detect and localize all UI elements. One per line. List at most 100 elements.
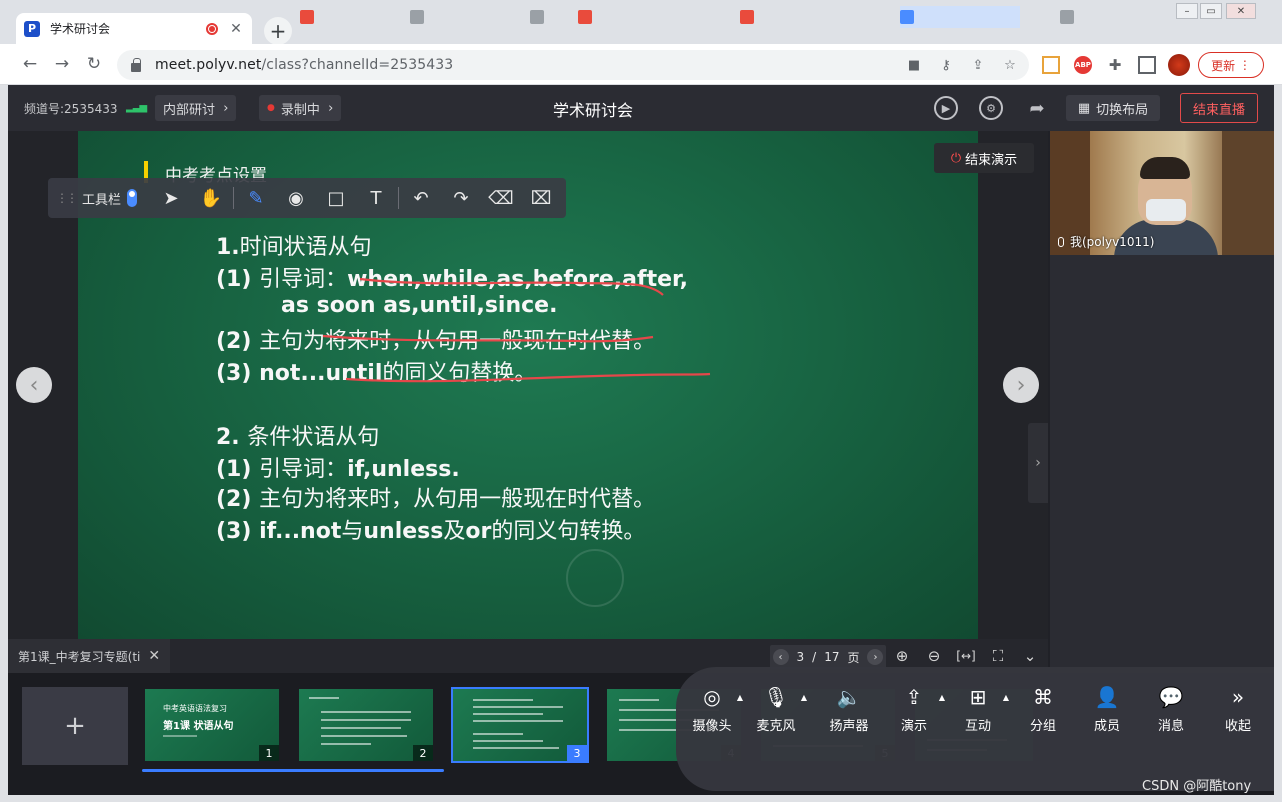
microphone-button[interactable]: 🎙 麦克风 ▲ bbox=[749, 683, 807, 734]
reload-icon[interactable]: ↻ bbox=[82, 52, 106, 76]
end-presentation-label: 结束演示 bbox=[965, 152, 1018, 168]
caret-up-icon[interactable]: ▲ bbox=[801, 693, 807, 702]
forward-arrow-icon[interactable]: → bbox=[50, 52, 74, 76]
browser-toolbar: ← → ↻ meet.polyv.net/class?channelId=253… bbox=[0, 44, 1282, 85]
settings-gear-icon[interactable]: ⚙ bbox=[979, 96, 1003, 120]
rectangle-icon[interactable]: □ bbox=[316, 178, 356, 218]
pen-icon[interactable]: ✎ bbox=[236, 178, 276, 218]
close-document-icon[interactable]: ✕ bbox=[148, 648, 160, 664]
drag-handle-icon[interactable]: ⋮⋮ bbox=[56, 191, 78, 205]
toolbar-divider bbox=[398, 187, 400, 209]
toolbar-toggle[interactable] bbox=[127, 189, 138, 207]
caret-up-icon[interactable]: ▲ bbox=[1003, 693, 1009, 702]
participant-mask bbox=[1146, 199, 1186, 221]
speaker-button[interactable]: 🔈 扬声器 bbox=[822, 683, 876, 734]
next-page-button[interactable]: › bbox=[1003, 367, 1039, 403]
thumbnail-number: 1 bbox=[259, 745, 279, 761]
key-icon[interactable]: ⚷ bbox=[939, 58, 953, 73]
chevron-right-icon: › bbox=[328, 100, 334, 116]
share-icon[interactable]: ⇪ bbox=[971, 58, 985, 73]
camera-video[interactable]: 我(polyv1011) bbox=[1050, 131, 1274, 255]
expand-side-panel-button[interactable]: › bbox=[1028, 423, 1048, 503]
switch-layout-button[interactable]: ▦ 切换布局 bbox=[1066, 95, 1160, 121]
address-bar[interactable]: meet.polyv.net/class?channelId=2535433 ■… bbox=[117, 50, 1029, 80]
globe-decoration-icon bbox=[566, 549, 624, 607]
fullscreen-icon[interactable]: ⛶ bbox=[987, 645, 1009, 667]
share-arrow-icon[interactable]: ➦ bbox=[1025, 96, 1049, 120]
camera-permission-icon[interactable]: ■ bbox=[907, 58, 921, 73]
background-tab[interactable] bbox=[1060, 6, 1160, 28]
hand-pan-icon[interactable]: ✋ bbox=[191, 178, 231, 218]
interact-button[interactable]: ⊞ 互动 ▲ bbox=[951, 683, 1009, 734]
end-presentation-button[interactable]: ⏻ 结束演示 bbox=[934, 143, 1034, 173]
participant-name-label: 我(polyv1011) bbox=[1070, 235, 1155, 249]
collapse-button[interactable]: » 收起 bbox=[1211, 683, 1265, 734]
collapse-thumbnails-icon[interactable]: ⌄ bbox=[1019, 645, 1041, 667]
background-tab[interactable] bbox=[410, 6, 520, 28]
profile-avatar[interactable] bbox=[1168, 54, 1190, 76]
back-arrow-icon[interactable]: ← bbox=[18, 52, 42, 76]
upload-present-icon: ⇪ bbox=[905, 685, 923, 709]
puzzle-extensions-icon[interactable]: ✚ bbox=[1106, 56, 1124, 74]
maximize-button[interactable]: ▭ bbox=[1200, 3, 1222, 19]
minimize-button[interactable]: – bbox=[1176, 3, 1198, 19]
thumbnail-1[interactable]: 中考英语语法复习 第1课 状语从句 1 bbox=[145, 689, 279, 761]
background-tab[interactable] bbox=[740, 6, 890, 28]
side-panel-icon[interactable] bbox=[1138, 56, 1156, 74]
speaker-icon: 🔈 bbox=[836, 685, 862, 709]
close-window-button[interactable]: ✕ bbox=[1226, 3, 1256, 19]
background-tab[interactable] bbox=[300, 6, 400, 28]
page-unit: 页 bbox=[847, 650, 860, 665]
end-live-button[interactable]: 结束直播 bbox=[1180, 93, 1258, 123]
group-button[interactable]: ⌘ 分组 bbox=[1016, 683, 1070, 734]
camera-label: 摄像头 bbox=[692, 719, 732, 734]
new-tab-button[interactable]: + bbox=[264, 17, 292, 45]
update-button[interactable]: 更新 ⋮ bbox=[1198, 52, 1264, 78]
redo-icon[interactable]: ↷ bbox=[441, 178, 481, 218]
toolbar-label: 工具栏 bbox=[82, 192, 122, 208]
internal-meeting-button[interactable]: 内部研讨 › bbox=[155, 95, 237, 121]
laser-pointer-icon[interactable]: ◉ bbox=[276, 178, 316, 218]
caret-up-icon[interactable]: ▲ bbox=[737, 693, 743, 702]
watermark: CSDN @阿酷tony bbox=[1142, 779, 1252, 794]
bookmark-star-icon[interactable]: ☆ bbox=[1003, 58, 1017, 73]
pointer-arrow-icon[interactable]: ➤ bbox=[151, 178, 191, 218]
page-prev-icon[interactable]: ‹ bbox=[772, 649, 789, 665]
clear-brush-icon[interactable]: ⌧ bbox=[521, 178, 561, 218]
messages-button[interactable]: 💬 消息 bbox=[1144, 683, 1198, 734]
close-tab-icon[interactable]: ✕ bbox=[228, 21, 244, 37]
thumbnail-3[interactable]: 3 bbox=[451, 687, 589, 763]
page-next-icon[interactable]: › bbox=[867, 649, 884, 665]
recording-button[interactable]: ● 录制中 › bbox=[259, 95, 342, 121]
zoom-in-icon[interactable]: ⊕ bbox=[891, 645, 913, 667]
background-tab[interactable] bbox=[578, 6, 728, 28]
extension-icon[interactable] bbox=[1042, 56, 1060, 74]
media-play-icon[interactable]: ▶ bbox=[934, 96, 958, 120]
camera-button[interactable]: ◎ 摄像头 ▲ bbox=[685, 683, 743, 734]
speaker-label: 扬声器 bbox=[829, 719, 869, 734]
background-tab[interactable] bbox=[530, 6, 570, 28]
members-button[interactable]: 👤 成员 bbox=[1080, 683, 1134, 734]
previous-page-button[interactable]: ‹ bbox=[16, 367, 52, 403]
adblock-icon[interactable]: ABP bbox=[1074, 56, 1092, 74]
present-button[interactable]: ⇪ 演示 ▲ bbox=[887, 683, 945, 734]
fit-width-icon[interactable]: [↔] bbox=[955, 645, 977, 667]
undo-icon[interactable]: ↶ bbox=[401, 178, 441, 218]
microphone-icon bbox=[1058, 236, 1064, 247]
slide-line-6: 2. 条件状语从句 bbox=[216, 425, 380, 450]
caret-up-icon[interactable]: ▲ bbox=[939, 693, 945, 702]
messages-label: 消息 bbox=[1157, 719, 1184, 734]
page-indicator: ‹ 3 / 17 页 › bbox=[770, 645, 886, 669]
recording-indicator-icon bbox=[206, 22, 218, 35]
add-page-button[interactable]: + bbox=[22, 687, 128, 765]
document-tab[interactable]: 第1课_中考复习专题(ti ✕ bbox=[8, 639, 170, 673]
tab-active[interactable]: P 学术研讨会 ✕ bbox=[16, 13, 252, 44]
chevron-right-icon: › bbox=[223, 100, 229, 116]
zoom-out-icon[interactable]: ⊖ bbox=[923, 645, 945, 667]
eraser-icon[interactable]: ⌫ bbox=[481, 178, 521, 218]
app-header: 频道号:2535433 ▂▃▅ 内部研讨 › ● 录制中 › 学术研讨会 ▶ ⚙ … bbox=[8, 85, 1274, 131]
background-tab[interactable] bbox=[900, 6, 1020, 28]
text-tool-icon[interactable]: T bbox=[356, 178, 396, 218]
thumbnail-scrollbar[interactable] bbox=[142, 769, 444, 772]
thumbnail-2[interactable]: 2 bbox=[299, 689, 433, 761]
